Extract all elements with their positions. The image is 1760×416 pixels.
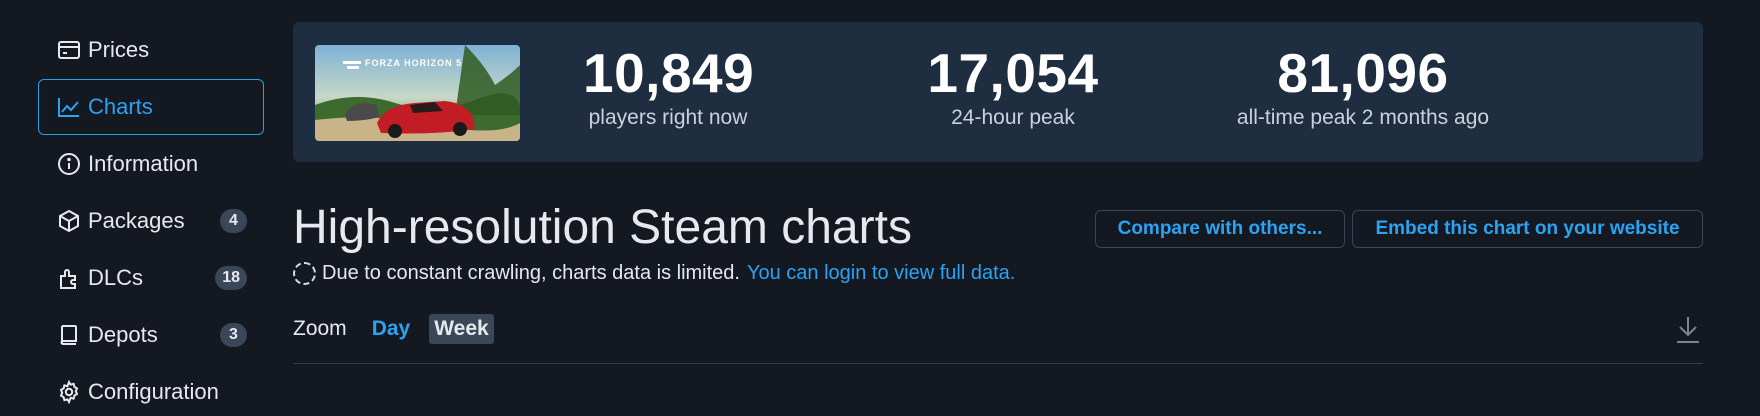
depot-icon <box>56 322 82 348</box>
player-stats-card: FORZA HORIZON 5 10,849 players right now… <box>293 22 1703 162</box>
sidebar-item-prices[interactable]: Prices <box>38 22 264 78</box>
divider <box>293 363 1703 364</box>
packages-count-badge: 4 <box>220 209 247 233</box>
download-icon[interactable] <box>1674 315 1702 345</box>
game-thumbnail[interactable]: FORZA HORIZON 5 <box>315 45 520 141</box>
sidebar: Prices Charts Information Packages 4 DLC… <box>38 22 264 416</box>
notice-text: Due to constant crawling, charts data is… <box>322 262 740 284</box>
sidebar-item-label: Information <box>88 151 199 176</box>
stat-alltime-peak: 81,096 all-time peak 2 months ago <box>1223 44 1503 130</box>
sidebar-item-configuration[interactable]: Configuration <box>38 364 264 416</box>
zoom-label: Zoom <box>293 317 347 340</box>
sidebar-item-label: Packages <box>88 208 185 233</box>
peak-24h-value: 17,054 <box>927 42 1099 104</box>
peak-24h-label: 24-hour peak <box>951 106 1075 129</box>
gear-icon <box>56 379 82 405</box>
sidebar-item-dlcs[interactable]: DLCs 18 <box>38 250 264 306</box>
dlc-icon <box>56 265 82 291</box>
card-icon <box>56 37 82 63</box>
stat-current-players: 10,849 players right now <box>583 42 755 130</box>
sidebar-item-label: DLCs <box>88 265 144 290</box>
embed-chart-button[interactable]: Embed this chart on your website <box>1352 210 1703 248</box>
chart-line-icon <box>56 94 82 120</box>
info-icon <box>56 151 82 177</box>
data-limit-notice: Due to constant crawling, charts data is… <box>293 262 1015 285</box>
alltime-peak-value: 81,096 <box>1277 42 1449 104</box>
sidebar-item-packages[interactable]: Packages 4 <box>38 193 264 249</box>
box-icon <box>56 208 82 234</box>
sidebar-item-label: Prices <box>88 37 150 62</box>
zoom-week-button[interactable]: Week <box>429 314 494 344</box>
loading-circle-icon <box>293 262 316 285</box>
sidebar-item-charts[interactable]: Charts <box>38 79 264 135</box>
game-logo-text: FORZA HORIZON 5 <box>365 58 462 68</box>
zoom-day-button[interactable]: Day <box>367 314 416 344</box>
compare-button[interactable]: Compare with others... <box>1095 210 1345 248</box>
depots-count-badge: 3 <box>220 323 247 347</box>
sidebar-item-label: Depots <box>88 322 158 347</box>
login-link[interactable]: You can login to view full data. <box>747 262 1015 285</box>
page-title: High-resolution Steam charts <box>293 201 912 254</box>
sidebar-item-information[interactable]: Information <box>38 136 264 192</box>
sidebar-item-depots[interactable]: Depots 3 <box>38 307 264 363</box>
current-players-label: players right now <box>588 106 748 129</box>
dlcs-count-badge: 18 <box>215 266 247 290</box>
zoom-controls: Zoom Day Week <box>293 314 494 344</box>
stat-24h-peak: 17,054 24-hour peak <box>913 44 1113 130</box>
sidebar-item-label: Configuration <box>88 379 219 404</box>
sidebar-item-label: Charts <box>88 94 153 119</box>
alltime-peak-label: all-time peak 2 months ago <box>1236 106 1490 129</box>
current-players-value: 10,849 <box>583 42 755 104</box>
